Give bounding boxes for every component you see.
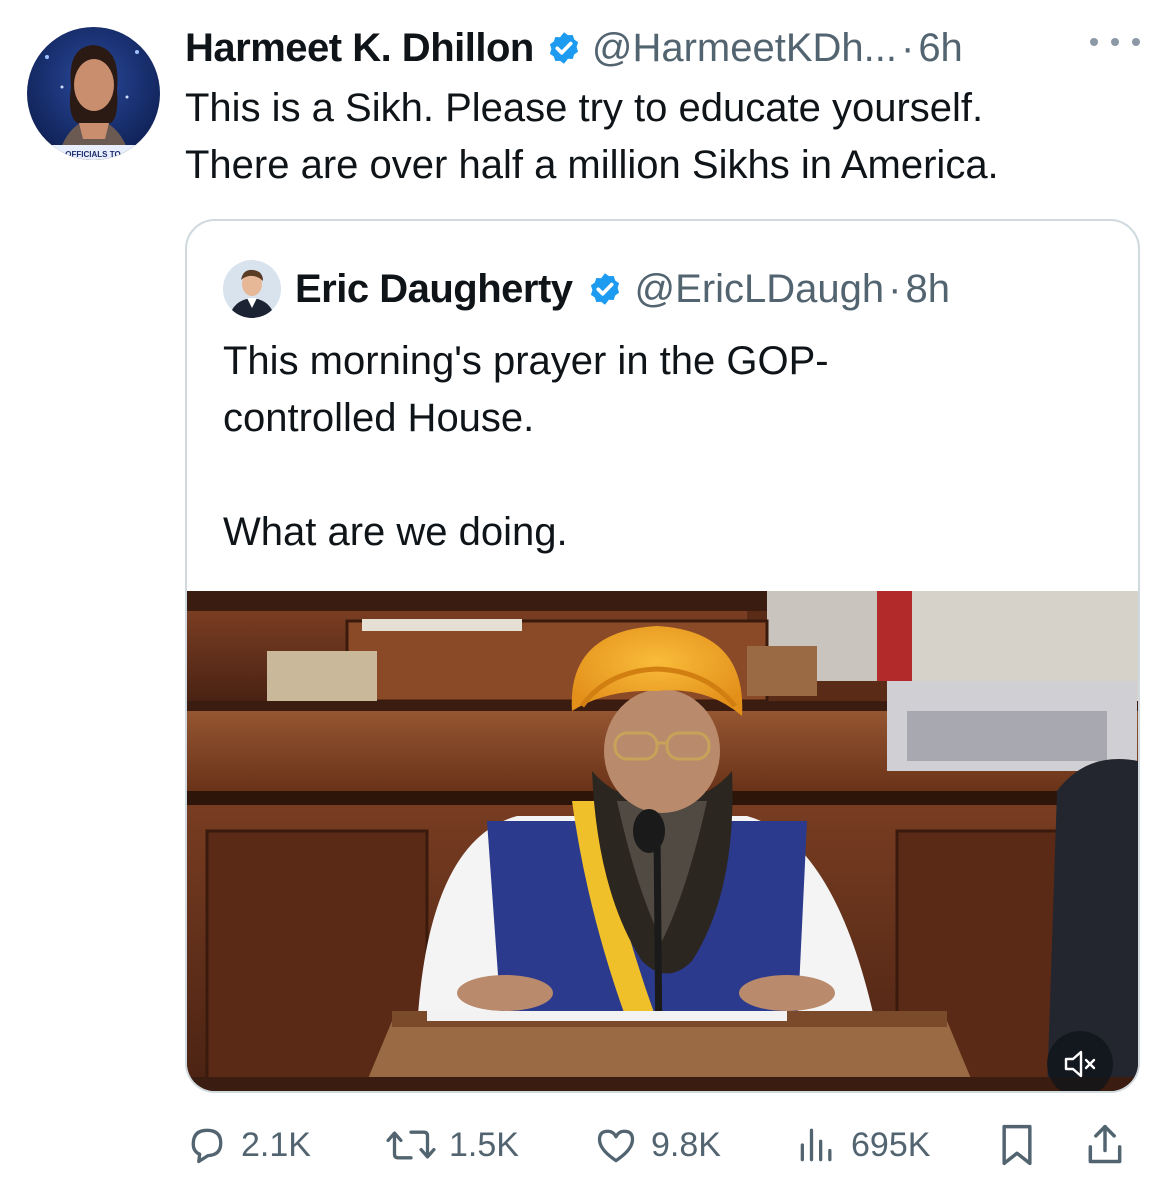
tweet-text-line: There are over half a million Sikhs in A… <box>185 143 999 187</box>
quoted-tweet[interactable]: Eric Daugherty @EricLDaugh · 8h This mor… <box>185 219 1140 1093</box>
reply-count: 2.1K <box>241 1125 311 1164</box>
reply-icon <box>191 1128 223 1164</box>
repost-icon <box>386 1130 436 1160</box>
like-count: 9.8K <box>651 1125 721 1164</box>
quoted-text-line: What are we doing. <box>223 510 568 554</box>
verified-badge-icon <box>590 273 619 305</box>
quoted-text-line: This morning's prayer in the GOP- <box>223 339 829 383</box>
tweet-text: This is a Sikh. Please try to educate yo… <box>185 80 1145 194</box>
like-button[interactable]: 9.8K <box>593 1115 721 1175</box>
quoted-author-avatar[interactable] <box>223 260 281 318</box>
bookmark-button[interactable] <box>995 1115 1051 1175</box>
share-button[interactable] <box>1083 1115 1139 1175</box>
share-icon <box>1088 1124 1122 1164</box>
views-button[interactable]: 695K <box>795 1115 930 1175</box>
author-handle[interactable]: @HarmeetKDh... <box>592 26 897 71</box>
reply-button[interactable]: 2.1K <box>185 1115 311 1175</box>
quoted-tweet-time[interactable]: 8h <box>905 267 950 312</box>
quoted-text-line: controlled House. <box>223 396 535 440</box>
quoted-tweet-text: This morning's prayer in the GOP- contro… <box>223 333 1083 561</box>
more-options-icon[interactable] <box>1090 30 1140 54</box>
tweet-header: Harmeet K. Dhillon @HarmeetKDh... · 6h <box>185 20 963 76</box>
quoted-author-handle[interactable]: @EricLDaugh <box>635 267 885 312</box>
header-separator: · <box>900 25 915 70</box>
repost-button[interactable]: 1.5K <box>385 1115 519 1175</box>
bookmark-icon <box>1002 1124 1032 1166</box>
view-count: 695K <box>851 1125 931 1164</box>
views-icon <box>800 1128 832 1162</box>
video-frame-illustration <box>187 591 1138 1091</box>
action-bar: 2.1K 1.5K 9.8K 695K <box>185 1115 1140 1175</box>
tweet-text-line: This is a Sikh. Please try to educate yo… <box>185 86 984 130</box>
like-icon <box>597 1129 635 1163</box>
author-avatar[interactable]: OFFICIALS TO <box>27 27 160 160</box>
quoted-tweet-video[interactable] <box>187 591 1138 1091</box>
author-name[interactable]: Harmeet K. Dhillon <box>185 26 534 71</box>
quoted-author-name[interactable]: Eric Daugherty <box>295 267 573 312</box>
mute-button[interactable] <box>1047 1031 1113 1091</box>
quoted-tweet-header: Eric Daugherty @EricLDaugh · 8h <box>223 259 950 319</box>
repost-count: 1.5K <box>449 1125 519 1164</box>
mute-icon <box>1064 1050 1096 1078</box>
tweet-time[interactable]: 6h <box>918 26 963 71</box>
quoted-header-separator: · <box>888 266 902 311</box>
verified-badge-icon <box>549 32 578 64</box>
avatar-caption: OFFICIALS TO <box>65 150 120 159</box>
